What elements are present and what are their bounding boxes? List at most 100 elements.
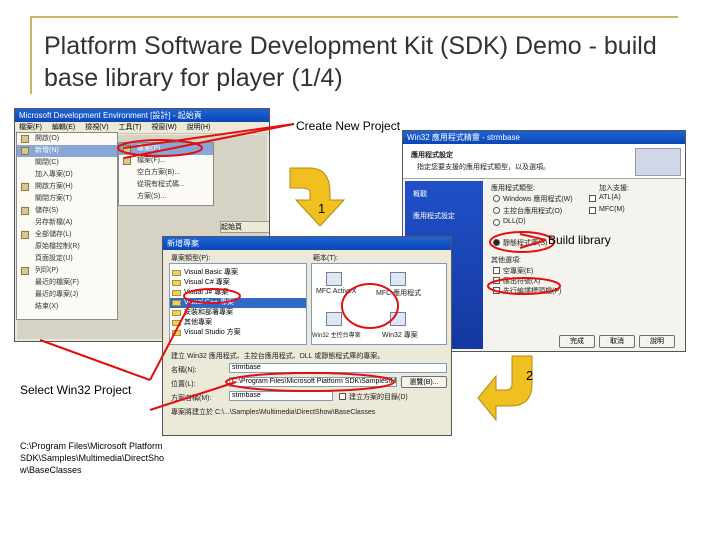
- file-menu-new[interactable]: 新增(N): [17, 145, 117, 157]
- new-from-existing-item[interactable]: 從現有程式碼...: [119, 179, 213, 191]
- sdk-path-line-1: C:\Program Files\Microsoft Platform: [20, 441, 163, 451]
- menu-window[interactable]: 視窗(W): [151, 124, 176, 131]
- sdk-path-text: C:\Program Files\Microsoft Platform SDK\…: [20, 440, 200, 476]
- app-type-console: 主控台應用程式(O): [503, 208, 563, 215]
- option-export-symbols: 匯出符號(X): [503, 278, 541, 285]
- solution-name-field[interactable]: strmbase: [229, 391, 333, 401]
- menu-tools[interactable]: 工具(T): [119, 124, 142, 131]
- wizard-cancel-button[interactable]: 取消: [599, 335, 635, 348]
- file-menu-source-control[interactable]: 原始檔控制(R): [17, 241, 117, 253]
- folder-solutions[interactable]: Visual Studio 方案: [170, 328, 306, 338]
- wizard-header: 應用程式設定 指定您要支援的應用程式類型，以及選項。: [403, 144, 685, 179]
- file-icon: [123, 157, 131, 165]
- callout-select-win32: Select Win32 Project: [20, 383, 132, 397]
- templates-label: 範本(T):: [313, 255, 338, 262]
- other-options-label: 其他選項:: [491, 257, 521, 264]
- step1-arrow: [289, 167, 346, 227]
- template-win32-project: Win32 專案: [382, 332, 418, 339]
- project-types-tree[interactable]: Visual Basic 專案 Visual C# 專案 Visual J# 專…: [169, 263, 307, 345]
- radio-console-app[interactable]: [493, 207, 500, 214]
- wizard-nav-app-settings[interactable]: 應用程式設定: [413, 211, 455, 221]
- wizard-subheading: 指定您要支援的應用程式類型，以及選項。: [417, 164, 550, 171]
- new-blank-solution-item[interactable]: 空白方案(B)...: [119, 167, 213, 179]
- slide-frame-top: [30, 16, 678, 18]
- support-atl: ATL(A): [599, 194, 621, 201]
- file-menu-recent-files[interactable]: 最近的檔案(F): [17, 277, 117, 289]
- file-menu-open[interactable]: 開啟(O): [17, 133, 117, 145]
- name-label: 名稱(N):: [171, 367, 197, 374]
- create-solution-dir-label: 建立方案的目錄(D): [349, 394, 408, 401]
- new-solution-item[interactable]: 方案(S)...: [119, 191, 213, 203]
- chk-create-solution-dir[interactable]: [339, 393, 346, 400]
- folder-vb[interactable]: Visual Basic 專案: [170, 268, 306, 278]
- file-menu-page-setup[interactable]: 頁面設定(U): [17, 253, 117, 265]
- file-menu-add-project[interactable]: 加入專案(D): [17, 169, 117, 181]
- file-menu-open-solution[interactable]: 開啟方案(H): [17, 181, 117, 193]
- menu-edit[interactable]: 編輯(E): [52, 124, 75, 131]
- new-project-item[interactable]: 專案(P)...: [119, 143, 213, 155]
- menu-view[interactable]: 檢視(V): [85, 124, 108, 131]
- new-icon: [21, 147, 29, 155]
- add-support-label: 加入支援:: [599, 185, 629, 192]
- radio-dll[interactable]: [493, 219, 500, 226]
- option-precompiled-header: 先行編譯標頭檔(P): [503, 288, 562, 295]
- chk-mfc[interactable]: [589, 207, 596, 214]
- file-menu-save[interactable]: 儲存(S): [17, 205, 117, 217]
- wizard-help-button[interactable]: 說明: [639, 335, 675, 348]
- new-file-item[interactable]: 檔案(F)...: [119, 155, 213, 167]
- slide-title: Platform Software Development Kit (SDK) …: [44, 32, 657, 92]
- step2-arrow: [477, 355, 533, 422]
- step1-label: 1: [318, 201, 326, 216]
- file-menu-save-as[interactable]: 另存新檔(A): [17, 217, 117, 229]
- file-menu: 開啟(O) 新增(N) 關閉(C) 加入專案(D) 開啟方案(H) 關閉方案(T…: [16, 132, 118, 320]
- folder-setup[interactable]: 安裝和部署專案: [170, 308, 306, 318]
- pointer-line-win32-a: [39, 339, 151, 381]
- chk-precompiled-header[interactable]: [493, 287, 500, 294]
- name-field[interactable]: strmbase: [229, 363, 447, 373]
- menu-help[interactable]: 說明(H): [187, 124, 211, 131]
- folder-csharp[interactable]: Visual C# 專案: [170, 278, 306, 288]
- file-menu-close[interactable]: 關閉(C): [17, 157, 117, 169]
- project-location-info: 專案將建立於 C:\...\Samples\Multimedia\DirectS…: [171, 409, 376, 416]
- menu-file[interactable]: 檔案(F): [19, 124, 42, 131]
- location-field[interactable]: C:\Program Files\Microsoft Platform SDK\…: [229, 377, 397, 387]
- template-description: 建立 Win32 應用程式、主控台應用程式、DLL 或靜態程式庫的專案。: [171, 353, 385, 360]
- radio-static-library[interactable]: [493, 239, 500, 246]
- solution-icon: [21, 183, 29, 191]
- wizard-titlebar: Win32 應用程式精靈 - strmbase: [403, 131, 685, 144]
- file-menu-save-all[interactable]: 全部儲存(L): [17, 229, 117, 241]
- radio-windows-app[interactable]: [493, 195, 500, 202]
- location-label: 位置(L):: [171, 381, 196, 388]
- project-types-label: 專案類型(P):: [171, 255, 211, 262]
- file-menu-print[interactable]: 列印(P): [17, 265, 117, 277]
- wizard-nav-overview[interactable]: 概觀: [413, 189, 427, 199]
- file-menu-close-solution[interactable]: 關閉方案(T): [17, 193, 117, 205]
- open-icon: [21, 135, 29, 143]
- templates-list[interactable]: MFC ActiveX MFC 應用程式 Win32 主控台專案 Win32 專…: [311, 263, 447, 345]
- app-type-dll: DLL(D): [503, 218, 526, 225]
- vs-titlebar: Microsoft Development Environment [設計] -…: [15, 109, 269, 122]
- template-win32-project-icon[interactable]: [390, 312, 406, 326]
- template-mfc-app-icon[interactable]: [390, 272, 406, 286]
- solution-name-label: 方案名稱(M):: [171, 395, 212, 402]
- wizard-finish-button[interactable]: 完成: [559, 335, 595, 348]
- save-all-icon: [21, 231, 29, 239]
- folder-other[interactable]: 其他專案: [170, 318, 306, 328]
- print-icon: [21, 267, 29, 275]
- chk-atl[interactable]: [589, 195, 596, 202]
- template-win32-console-icon[interactable]: [326, 312, 342, 326]
- template-mfc-app: MFC 應用程式: [376, 290, 422, 297]
- chk-export-symbols[interactable]: [493, 277, 500, 284]
- support-mfc: MFC(M): [599, 206, 625, 213]
- chk-empty-project[interactable]: [493, 267, 500, 274]
- sdk-path-line-2: SDK\Samples\Multimedia\DirectSho: [20, 453, 165, 463]
- callout-build-library: Build library: [548, 233, 611, 247]
- file-menu-recent-projects[interactable]: 最近的專案(J): [17, 289, 117, 301]
- browse-button[interactable]: 瀏覽(B)...: [401, 376, 447, 388]
- folder-jsharp[interactable]: Visual J# 專案: [170, 288, 306, 298]
- app-type-label: 應用程式類型:: [491, 185, 535, 192]
- start-page-tab[interactable]: 起始頁: [220, 221, 269, 233]
- file-menu-exit[interactable]: 結束(X): [17, 301, 117, 313]
- template-mfc-activex-icon[interactable]: [326, 272, 342, 286]
- folder-vcpp[interactable]: Visual C++ 專案: [170, 298, 306, 308]
